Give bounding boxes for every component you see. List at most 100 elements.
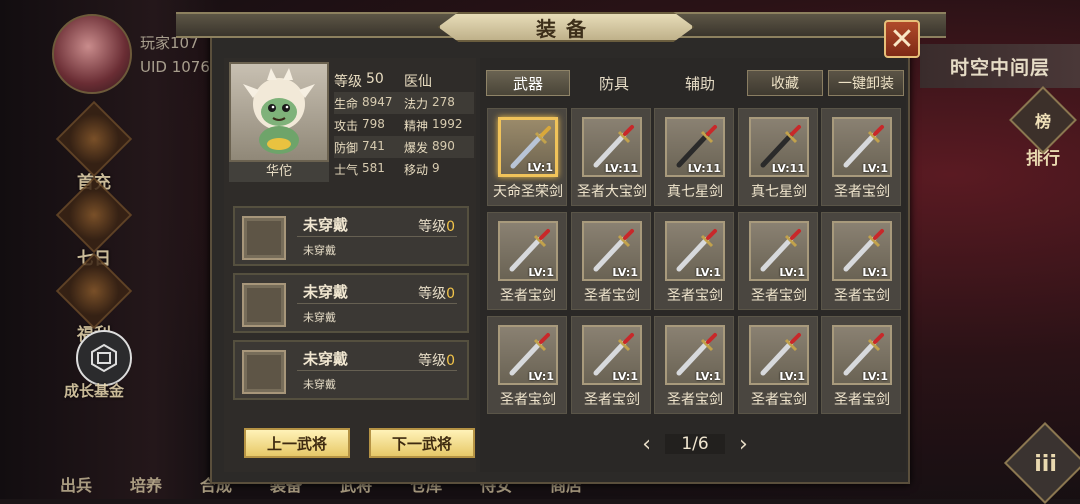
item-icon-frame: LV:1	[498, 325, 558, 385]
slot-empty-icon	[242, 283, 286, 327]
equipment-item[interactable]: LV:1 天命圣荣剑	[487, 108, 567, 206]
item-icon-frame: LV:11	[749, 117, 809, 177]
stat-label: 爆发	[404, 140, 429, 155]
stat-label: 法力	[404, 96, 429, 111]
slot-level: 等级0	[418, 353, 455, 369]
rank-button[interactable]: 榜 排行	[1009, 86, 1077, 169]
item-name: 圣者宝剑	[751, 288, 807, 304]
item-level: LV:1	[528, 370, 554, 383]
prev-general-button[interactable]: 上一武将	[244, 428, 350, 458]
nav-dispatch[interactable]: 出兵	[60, 472, 92, 496]
stat-label: 攻击	[334, 118, 359, 133]
item-name: 圣者宝剑	[500, 288, 556, 304]
item-level: LV:1	[612, 370, 638, 383]
item-icon-frame: LV:1	[832, 325, 892, 385]
item-level: LV:11	[604, 162, 638, 175]
item-icon-frame: LV:11	[582, 117, 642, 177]
stat-label: 防御	[334, 140, 359, 155]
first-charge-icon	[55, 100, 133, 178]
tab-armor[interactable]: 防具	[574, 70, 654, 96]
item-level: LV:1	[695, 266, 721, 279]
slot-level: 等级0	[418, 286, 455, 302]
item-name: 圣者宝剑	[834, 288, 890, 304]
equipment-item[interactable]: LV:1 圣者宝剑	[738, 212, 818, 310]
space-time-layer-label[interactable]: 时空中间层	[920, 44, 1080, 88]
equipment-item[interactable]: LV:1 圣者宝剑	[821, 212, 901, 310]
dragon-avatar-icon	[243, 68, 315, 154]
welfare-icon	[55, 252, 133, 330]
stat-value: 8947	[362, 94, 393, 109]
equipment-item[interactable]: LV:1 圣者宝剑	[571, 316, 651, 414]
equipment-item[interactable]: LV:1 圣者宝剑	[821, 316, 901, 414]
item-level: LV:1	[527, 161, 553, 174]
equipment-item[interactable]: LV:1 圣者宝剑	[571, 212, 651, 310]
growth-fund-icon[interactable]	[76, 330, 132, 386]
item-name: 圣者宝剑	[751, 392, 807, 408]
item-name: 圣者宝剑	[500, 392, 556, 408]
hero-stats: 等级 50 医仙 生命 8947 法力 278 攻击 798 精神 1992 防御 741 …	[334, 70, 474, 180]
equipment-item[interactable]: LV:11 圣者大宝剑	[571, 108, 651, 206]
equipment-item[interactable]: LV:11 真七星剑	[654, 108, 734, 206]
stat-value: 581	[362, 160, 385, 175]
player-uid: UID 10763	[140, 58, 220, 76]
equipment-item[interactable]: LV:1 圣者宝剑	[738, 316, 818, 414]
equip-slot[interactable]: 未穿戴 未穿戴 等级0	[233, 340, 469, 400]
close-icon: ✕	[889, 21, 915, 57]
item-level: LV:1	[779, 266, 805, 279]
item-level: LV:11	[687, 162, 721, 175]
equip-slot[interactable]: 未穿戴 未穿戴 等级0	[233, 273, 469, 333]
item-icon-frame: LV:1	[749, 325, 809, 385]
item-level: LV:11	[771, 162, 805, 175]
slot-level: 等级0	[418, 219, 455, 235]
item-icon-frame: LV:1	[665, 221, 725, 281]
item-name: 圣者宝剑	[584, 392, 640, 408]
item-name: 圣者宝剑	[584, 288, 640, 304]
item-level: LV:1	[862, 370, 888, 383]
tab-weapon[interactable]: 武器	[486, 70, 570, 96]
slot-sub: 未穿戴	[303, 378, 336, 391]
slot-empty-icon	[242, 350, 286, 394]
equipment-item[interactable]: LV:1 圣者宝剑	[654, 316, 734, 414]
slot-divider	[297, 370, 457, 371]
prev-page-icon[interactable]: ‹	[642, 432, 651, 457]
growth-fund-label[interactable]: 成长基金	[52, 380, 136, 401]
equipment-item[interactable]: LV:1 圣者宝剑	[821, 108, 901, 206]
item-level: LV:1	[695, 370, 721, 383]
unequip-all-button[interactable]: 一键卸装	[828, 70, 904, 96]
equipment-item[interactable]: LV:1 圣者宝剑	[487, 212, 567, 310]
item-icon-frame: LV:1	[498, 117, 558, 177]
stat-value: 1992	[432, 116, 463, 131]
favorite-button[interactable]: 收藏	[747, 70, 823, 96]
item-level: LV:1	[528, 266, 554, 279]
stat-label: 士气	[334, 162, 359, 177]
item-name: 圣者大宝剑	[577, 184, 647, 200]
next-general-button[interactable]: 下一武将	[369, 428, 475, 458]
slot-sub: 未穿戴	[303, 311, 336, 324]
item-name: 圣者宝剑	[834, 392, 890, 408]
item-level: LV:1	[862, 266, 888, 279]
hero-portrait[interactable]	[229, 62, 329, 162]
equipment-item[interactable]: LV:1 圣者宝剑	[487, 316, 567, 414]
equip-slot[interactable]: 未穿戴 未穿戴 等级0	[233, 206, 469, 266]
panel-title: 装备	[438, 12, 694, 42]
item-icon-frame: LV:1	[582, 325, 642, 385]
player-avatar[interactable]	[52, 14, 132, 94]
slot-divider	[297, 236, 457, 237]
item-name: 真七星剑	[751, 184, 807, 200]
next-page-icon[interactable]: ›	[739, 432, 748, 457]
item-icon-frame: LV:1	[582, 221, 642, 281]
equipment-item[interactable]: LV:11 真七星剑	[738, 108, 818, 206]
slot-title: 未穿戴	[303, 283, 349, 301]
hero-name: 华佗	[229, 162, 329, 182]
tab-auxiliary[interactable]: 辅助	[660, 70, 740, 96]
item-icon-frame: LV:1	[498, 221, 558, 281]
item-icon-frame: LV:11	[665, 117, 725, 177]
item-level: LV:1	[862, 162, 888, 175]
slot-divider	[297, 303, 457, 304]
page-indicator: 1/6	[665, 434, 725, 454]
equipment-item[interactable]: LV:1 圣者宝剑	[654, 212, 734, 310]
close-button[interactable]: ✕	[884, 20, 920, 58]
stat-value: 798	[362, 116, 385, 131]
nav-train[interactable]: 培养	[130, 472, 162, 496]
seven-day-icon	[55, 176, 133, 254]
